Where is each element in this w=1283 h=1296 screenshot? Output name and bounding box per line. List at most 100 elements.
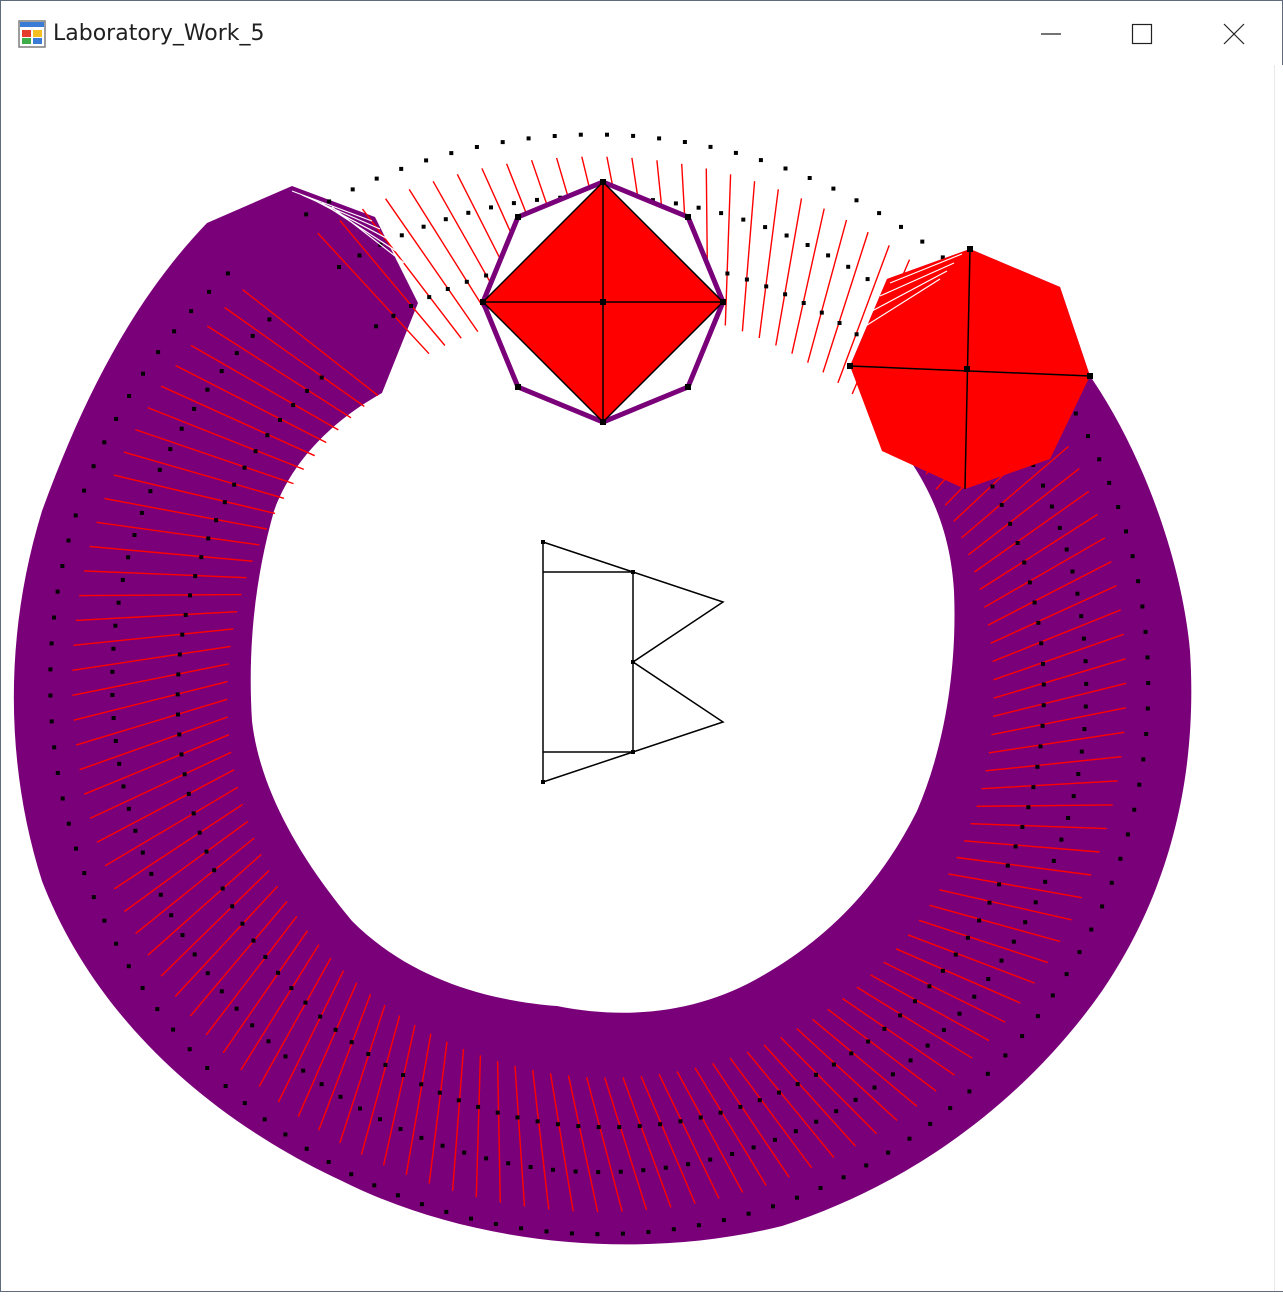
rail-dot: [526, 136, 531, 141]
rail-dot: [1143, 629, 1148, 634]
rail-dot: [349, 1040, 354, 1045]
rail-dot: [1003, 1053, 1008, 1058]
rail-dot: [854, 332, 859, 337]
rail-dot: [500, 140, 505, 145]
rail-dot: [831, 1062, 836, 1067]
rail-dot: [1066, 816, 1071, 820]
rail-dot: [66, 538, 71, 543]
rail-dot: [250, 333, 255, 338]
rail-dot: [544, 1229, 549, 1234]
rail-dot: [908, 1058, 913, 1063]
rail-dot: [1041, 682, 1046, 687]
rail-dot: [250, 1023, 255, 1028]
rail-dot: [225, 271, 230, 276]
rail-dot: [807, 176, 812, 180]
rail-dot: [576, 1124, 581, 1129]
hatch-line: [775, 198, 803, 346]
rail-dot: [595, 1232, 600, 1237]
rail-dot: [305, 388, 310, 393]
rail-dot: [1137, 782, 1142, 787]
rail-dot: [1079, 614, 1084, 619]
rail-dot: [631, 133, 636, 138]
rail-dot: [940, 968, 945, 973]
rail-dot: [1124, 529, 1128, 534]
rail-dot: [941, 1028, 946, 1032]
rail-dot: [1136, 579, 1141, 584]
rail-dot: [999, 958, 1004, 963]
rail-dot: [102, 440, 107, 445]
rail-dot: [186, 791, 191, 796]
rail-dot: [449, 151, 454, 156]
rail-dot: [220, 886, 225, 891]
rail-dot: [801, 301, 806, 305]
rail-dot: [972, 994, 977, 999]
rail-dot: [1057, 525, 1062, 530]
title-bar[interactable]: Laboratory_Work_5: [1, 1, 1282, 65]
rail-dot: [476, 1104, 481, 1109]
rail-dot: [877, 211, 882, 216]
rail-dot: [686, 1162, 691, 1167]
rail-dot: [913, 999, 917, 1004]
scene-svg: [13, 132, 1192, 1245]
rail-dot: [777, 1090, 781, 1095]
rail-dot: [399, 233, 404, 238]
rail-dot: [1089, 927, 1094, 932]
rail-dot: [240, 921, 245, 926]
rail-dot: [1140, 604, 1145, 609]
rail-dot: [427, 295, 432, 300]
rail-dot: [1022, 560, 1027, 565]
rail-dot: [646, 1230, 651, 1234]
rail-dot: [999, 502, 1004, 507]
rail-dot: [91, 464, 96, 469]
rail-dot: [318, 1014, 323, 1019]
rail-dot: [569, 1231, 574, 1236]
drawing-canvas[interactable]: [2, 65, 1274, 1291]
rail-dot: [419, 1202, 424, 1207]
rail-dot: [1064, 972, 1069, 977]
rail-dot: [55, 771, 60, 775]
minimize-button[interactable]: [1005, 5, 1097, 63]
rail-dot: [1082, 727, 1087, 732]
rail-dot: [391, 313, 396, 318]
rail-dot: [148, 489, 153, 494]
rail-dot: [1032, 600, 1037, 605]
rail-dot: [957, 1011, 962, 1016]
application-icon[interactable]: [18, 20, 46, 48]
hatch-line: [807, 219, 848, 363]
rail-dot: [304, 1146, 309, 1151]
rail-dot: [925, 1043, 930, 1048]
rail-dot: [573, 1169, 578, 1174]
rail-dot: [82, 488, 87, 493]
rail-dot: [1081, 636, 1086, 641]
rail-dot: [846, 264, 851, 269]
rail-dot: [1076, 772, 1081, 776]
rail-dot: [219, 989, 224, 994]
close-button[interactable]: [1188, 5, 1280, 63]
rail-dot: [212, 868, 217, 873]
rail-dot: [890, 1072, 895, 1077]
rail-dot: [182, 772, 187, 777]
rail-dot: [120, 577, 125, 582]
rail-dot: [180, 632, 185, 637]
rail-dot: [718, 1110, 723, 1115]
rail-dot: [641, 1168, 646, 1173]
rail-dot: [48, 667, 53, 672]
rail-dot: [1011, 939, 1016, 944]
rail-dot: [1038, 744, 1043, 749]
rail-dot: [882, 1026, 887, 1031]
maximize-button[interactable]: [1096, 5, 1188, 63]
rail-dot: [187, 1047, 192, 1052]
rail-dot: [462, 1150, 467, 1155]
rail-dot: [1100, 904, 1105, 909]
rail-dot: [1013, 844, 1018, 849]
rail-dot: [841, 1175, 846, 1180]
rail-dot: [620, 1231, 625, 1236]
rail-dot: [49, 719, 54, 724]
rail-dot: [443, 217, 448, 222]
hatch-line: [741, 181, 756, 332]
rail-dot: [1079, 749, 1084, 754]
rail-dot: [721, 1218, 726, 1223]
rail-dot: [1077, 950, 1082, 955]
rail-dot: [1071, 794, 1076, 799]
rail-dot: [374, 324, 379, 329]
